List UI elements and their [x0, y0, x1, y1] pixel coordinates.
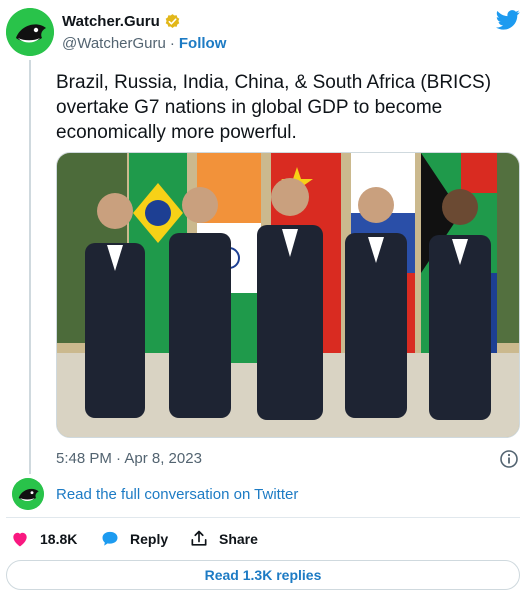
author-display-name[interactable]: Watcher.Guru — [62, 13, 160, 30]
divider — [6, 517, 520, 518]
info-icon[interactable] — [500, 450, 518, 468]
photo-icon — [57, 153, 519, 437]
share-icon — [191, 530, 207, 546]
heart-icon — [13, 532, 27, 547]
read-replies-button[interactable]: Read 1.3K replies — [6, 560, 520, 590]
reply-button[interactable]: Reply — [100, 528, 168, 550]
tweet-embed-card: Watcher.Guru @WatcherGuru · Follow Brazi… — [0, 0, 530, 597]
follow-button[interactable]: Follow — [179, 35, 227, 52]
like-count: 18.8K — [40, 531, 78, 547]
share-label: Share — [219, 531, 258, 547]
tweet-actions: 18.8K Reply Share — [6, 528, 520, 550]
author-handle-row: @WatcherGuru · Follow — [62, 35, 226, 52]
twitter-bird-icon[interactable] — [495, 10, 520, 30]
tweet-photo[interactable] — [56, 152, 520, 438]
thread-line — [29, 60, 31, 474]
tweet-timestamp[interactable]: 5:48 PM · Apr 8, 2023 — [56, 450, 202, 467]
author-handle[interactable]: @WatcherGuru — [62, 35, 166, 52]
tweet-header: Watcher.Guru @WatcherGuru · Follow — [6, 8, 520, 60]
handle-separator: · — [169, 35, 175, 52]
tweet-text: Brazil, Russia, India, China, & South Af… — [56, 72, 492, 143]
conversation-row: Read the full conversation on Twitter — [12, 478, 522, 510]
author-avatar[interactable] — [6, 8, 54, 56]
verified-badge-icon — [164, 13, 181, 30]
share-button[interactable]: Share — [189, 528, 258, 550]
tweet-timestamp-row: 5:48 PM · Apr 8, 2023 — [56, 450, 520, 470]
read-conversation-link[interactable]: Read the full conversation on Twitter — [56, 486, 298, 503]
author-name-row: Watcher.Guru — [62, 13, 181, 30]
conversation-avatar — [12, 478, 44, 510]
reply-label: Reply — [130, 531, 169, 547]
like-button[interactable]: 18.8K — [10, 528, 77, 550]
reply-bubble-icon — [102, 531, 118, 546]
